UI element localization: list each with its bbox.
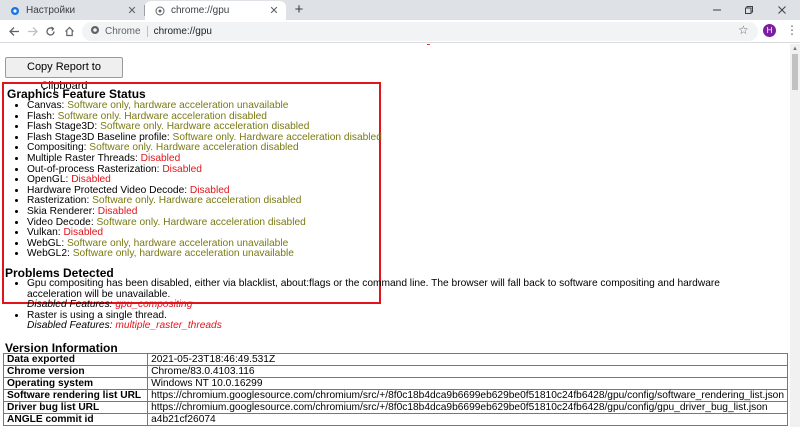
- close-icon[interactable]: ✕: [268, 5, 280, 17]
- feature-status-value: Software only, hardware acceleration una…: [72, 248, 294, 260]
- feature-name: WebGL:: [27, 237, 68, 249]
- feature-status-value: Disabled: [189, 184, 230, 196]
- omnibox-separator: [146, 26, 148, 37]
- problem-text: Raster is using a single thread.: [27, 309, 167, 321]
- feature-status-value: Software only, hardware acceleration una…: [67, 237, 289, 249]
- table-row: Operating system Windows NT 10.0.16299: [2, 377, 788, 390]
- copy-report-button[interactable]: Copy Report to Clipboard: [5, 57, 123, 92]
- profile-avatar[interactable]: H: [763, 24, 776, 37]
- disabled-features-line: Disabled Features: multiple_raster_threa…: [27, 320, 222, 332]
- feature-name: Canvas:: [27, 100, 68, 111]
- version-table: Data exported 2021-05-23T18:46:49.531Z Chr…: [2, 353, 788, 426]
- feature-name: Multiple Raster Threads:: [27, 152, 141, 164]
- new-tab-button[interactable]: +: [292, 2, 306, 18]
- feature-status-value: Software only. Hardware acceleration dis…: [100, 121, 310, 133]
- feature-name: Skia Renderer:: [27, 205, 98, 217]
- feature-status-value: Disabled: [71, 174, 111, 186]
- feature-list: Canvas: Software only, hardware accelera…: [27, 100, 382, 260]
- feature-status-value: Disabled: [162, 163, 202, 175]
- problem-item: Gpu compositing has been disabled, eithe…: [27, 278, 767, 311]
- section-title: Graphics Feature Status: [7, 87, 146, 101]
- feature-status-value: Software only. Hardware acceleration dis…: [92, 195, 302, 207]
- feature-name: Flash:: [27, 110, 58, 122]
- minimize-button[interactable]: [704, 0, 730, 20]
- feature-status-value: Disabled: [63, 227, 104, 239]
- feature-status-value: Disabled: [140, 152, 181, 164]
- scroll-thumb[interactable]: [792, 54, 798, 90]
- problem-text: Gpu compositing has been disabled, eithe…: [27, 278, 720, 300]
- close-window-button[interactable]: [769, 0, 795, 20]
- globe-icon: [155, 6, 165, 16]
- version-key-cell: Driver bug list URL: [2, 401, 149, 414]
- home-icon: [64, 26, 74, 36]
- tab-chrome-gpu[interactable]: chrome://gpu ✕: [145, 1, 286, 20]
- disabled-feature-name: multiple_raster_threads: [115, 320, 222, 332]
- version-value-cell: a4b21cf26074: [147, 413, 788, 426]
- back-button[interactable]: [6, 23, 22, 39]
- feature-name: Compositing:: [27, 142, 90, 154]
- version-key-cell: Operating system: [2, 377, 149, 390]
- feature-name: Flash Stage3D:: [27, 121, 101, 133]
- feature-status-value: Disabled: [97, 205, 138, 217]
- feature-status-value: Software only. Hardware acceleration dis…: [57, 110, 267, 122]
- problem-item: Raster is using a single thread.Disabled…: [27, 309, 767, 332]
- kebab-menu-icon[interactable]: ⋮: [786, 24, 798, 38]
- forward-button[interactable]: [24, 23, 40, 39]
- close-icon[interactable]: ✕: [126, 5, 138, 17]
- home-button[interactable]: [61, 23, 77, 39]
- reload-icon: [45, 26, 55, 36]
- table-row: Driver bug list URL https://chromium.goog…: [2, 401, 788, 414]
- version-value-cell: https://chromium.googlesource.com/chromi…: [147, 401, 788, 414]
- version-key-cell: Data exported: [2, 353, 149, 366]
- version-value-cell: Windows NT 10.0.16299: [147, 377, 788, 390]
- feature-name: Hardware Protected Video Decode:: [27, 184, 190, 196]
- version-key-cell: ANGLE commit id: [2, 413, 149, 426]
- feature-status-value: Software only. Hardware acceleration dis…: [89, 142, 299, 154]
- tab-settings[interactable]: Настройки ✕: [0, 1, 144, 20]
- table-row: ANGLE commit id a4b21cf26074: [2, 413, 788, 426]
- reload-button[interactable]: [42, 23, 58, 39]
- url-text: chrome://gpu: [153, 26, 212, 37]
- scroll-up-icon[interactable]: ▲: [792, 46, 798, 52]
- version-key-cell: Software rendering list URL: [2, 389, 149, 402]
- disabled-feature-name: gpu_compositing: [115, 299, 193, 311]
- feature-status-value: Software only, hardware acceleration una…: [67, 100, 289, 111]
- chrome-icon: [90, 25, 100, 38]
- tab-title: Настройки: [26, 5, 76, 16]
- vertical-scrollbar[interactable]: ▲: [790, 44, 800, 427]
- tab-strip: Настройки ✕ chrome://gpu ✕ +: [0, 0, 800, 20]
- table-row: Chrome version Chrome/83.0.4103.116: [2, 365, 788, 378]
- restore-button[interactable]: [736, 0, 762, 20]
- toolbar: Chrome chrome://gpu ☆ H ⋮: [0, 20, 800, 43]
- address-bar[interactable]: Chrome chrome://gpu: [82, 22, 758, 41]
- feature-name: Out-of-process Rasterization:: [27, 163, 163, 175]
- site-chip: Chrome: [105, 26, 141, 37]
- feature-name: Flash Stage3D Baseline profile:: [27, 131, 173, 143]
- page-content: Copy Report to Clipboard Graphics Featur…: [0, 44, 790, 427]
- disabled-features-label: Disabled Features:: [27, 299, 116, 311]
- arrow-right-icon: [27, 26, 38, 36]
- feature-name: WebGL2:: [27, 248, 73, 260]
- decoration-mark: [427, 44, 430, 45]
- gear-icon: [10, 6, 20, 16]
- version-value-cell: Chrome/83.0.4103.116: [147, 365, 788, 378]
- bookmark-star-icon[interactable]: ☆: [738, 23, 749, 37]
- feature-status-value: Software only. Hardware acceleration dis…: [96, 216, 306, 228]
- version-value-cell: 2021-05-23T18:46:49.531Z: [147, 353, 788, 366]
- arrow-left-icon: [8, 26, 19, 36]
- version-value-cell: https://chromium.googlesource.com/chromi…: [147, 389, 788, 402]
- version-key-cell: Chrome version: [2, 365, 149, 378]
- feature-name: OpenGL:: [27, 174, 72, 186]
- table-row: Software rendering list URL https://chrom…: [2, 389, 788, 402]
- tab-title: chrome://gpu: [171, 5, 230, 16]
- feature-item: WebGL2: Software only, hardware accelera…: [27, 249, 382, 260]
- feature-name: Rasterization:: [27, 195, 93, 207]
- problems-list: Gpu compositing has been disabled, eithe…: [27, 278, 767, 332]
- disabled-features-label: Disabled Features:: [27, 320, 116, 332]
- feature-name: Video Decode:: [27, 216, 97, 228]
- feature-status-value: Software only. Hardware acceleration dis…: [172, 131, 382, 143]
- table-row: Data exported 2021-05-23T18:46:49.531Z: [2, 353, 788, 366]
- disabled-features-line: Disabled Features: gpu_compositing: [27, 299, 192, 310]
- feature-name: Vulkan:: [27, 227, 64, 239]
